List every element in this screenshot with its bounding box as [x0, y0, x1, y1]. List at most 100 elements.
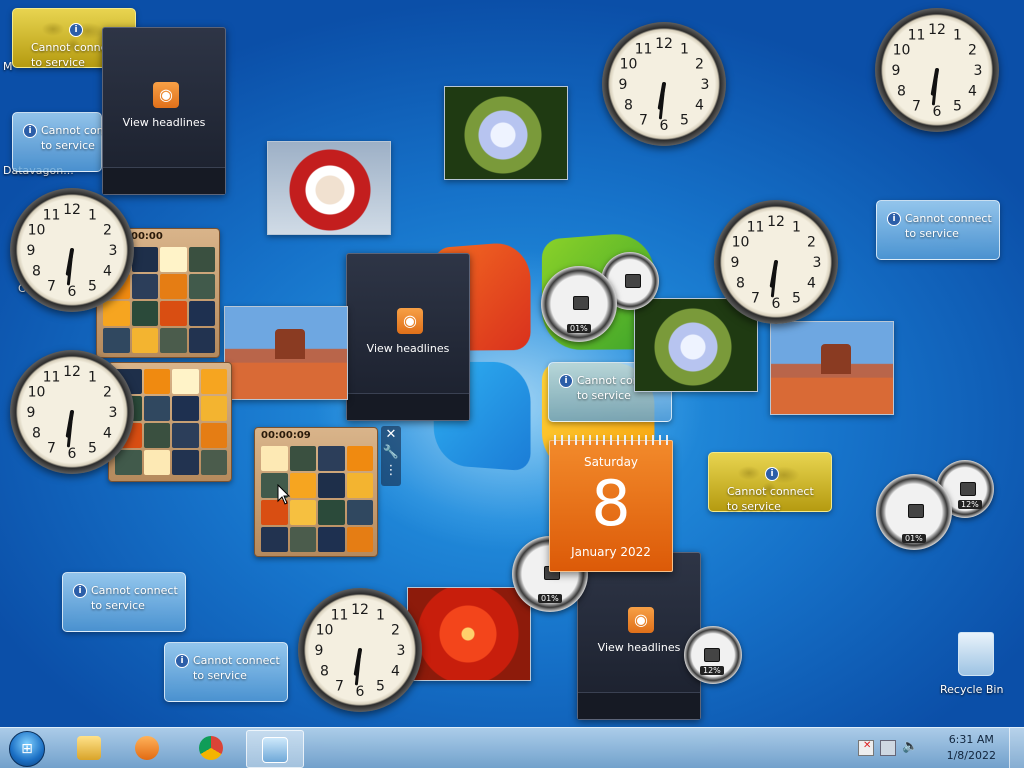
- view-headlines-link[interactable]: View headlines: [578, 641, 700, 654]
- gadget-toolbar: ✕ 🔧 ⋮: [381, 426, 401, 486]
- clock-gadget[interactable]: 1 2 3 4 5 6 7 8 9 10 11 12: [714, 200, 838, 324]
- clock-numeral: 7: [47, 441, 56, 457]
- clock-numeral: 12: [655, 36, 673, 52]
- clock-numeral: 8: [624, 98, 633, 114]
- clock-numeral: 2: [968, 43, 977, 59]
- weather-message: Cannot connect to service: [727, 485, 814, 513]
- rss-icon: ◉: [397, 308, 423, 334]
- cpu-percent: 01%: [538, 594, 562, 603]
- clock-numeral: 8: [320, 664, 329, 680]
- slideshow-gadget[interactable]: [770, 321, 894, 415]
- clock-numeral: 9: [315, 643, 324, 659]
- clock-gadget[interactable]: 1 2 3 4 5 6 7 8 9 10 11 12: [602, 22, 726, 146]
- volume-icon[interactable]: 🔈: [902, 740, 918, 754]
- clock-numeral: 8: [32, 426, 41, 442]
- clock-numeral: 6: [933, 104, 942, 120]
- cpu-meter-gadget[interactable]: 01%: [541, 252, 661, 342]
- clock-numeral: 4: [807, 276, 816, 292]
- action-center-flag-icon[interactable]: ✕: [858, 740, 874, 756]
- taskbar-clock[interactable]: 6:31 AM 1/8/2022: [947, 732, 996, 764]
- taskbar-chrome-button[interactable]: [186, 730, 236, 766]
- close-icon[interactable]: ✕: [381, 426, 401, 444]
- clock-numeral: 2: [103, 223, 112, 239]
- feed-headlines-gadget[interactable]: ◉ View headlines: [577, 552, 701, 720]
- clock-numeral: 1: [88, 207, 97, 223]
- calendar-gadget[interactable]: Saturday 8 January 2022: [549, 435, 673, 572]
- rss-icon: ◉: [153, 82, 179, 108]
- chrome-icon: [199, 736, 223, 760]
- clock-numeral: 6: [772, 296, 781, 312]
- clock-gadget[interactable]: 1 2 3 4 5 6 7 8 9 10 11 12: [875, 8, 999, 132]
- feed-headlines-gadget[interactable]: ◉ View headlines: [346, 253, 470, 421]
- cpu-icon: [908, 504, 924, 518]
- slideshow-gadget[interactable]: [224, 306, 348, 400]
- weather-gadget[interactable]: i Cannot connect to service: [708, 452, 832, 513]
- feed-headlines-gadget[interactable]: ◉ View headlines: [102, 27, 226, 195]
- taskbar-explorer-button[interactable]: [64, 730, 114, 766]
- clock-numeral: 5: [88, 441, 97, 457]
- clock-gadget[interactable]: 1 2 3 4 5 6 7 8 9 10 11 12: [10, 188, 134, 312]
- view-headlines-link[interactable]: View headlines: [103, 116, 225, 129]
- show-desktop-button[interactable]: [1009, 728, 1024, 768]
- clock-gadget[interactable]: 1 2 3 4 5 6 7 8 9 10 11 12: [298, 588, 422, 712]
- clock-numeral: 12: [351, 602, 369, 618]
- info-icon: i: [23, 124, 37, 138]
- info-icon: i: [175, 654, 189, 668]
- cpu-percent: 01%: [567, 324, 591, 333]
- clock-numeral: 10: [893, 43, 911, 59]
- clock-numeral: 9: [892, 63, 901, 79]
- clock-numeral: 3: [701, 77, 710, 93]
- clock-numeral: 9: [619, 77, 628, 93]
- memory-icon: [625, 274, 641, 288]
- view-headlines-link[interactable]: View headlines: [347, 342, 469, 355]
- recycle-bin-label[interactable]: Recycle Bin: [940, 683, 1003, 696]
- system-tray: ✕ 🔈 6:31 AM 1/8/2022: [854, 728, 1024, 768]
- puzzle-timer: 00:00: [131, 231, 163, 242]
- weather-gadget[interactable]: i Cannot connect to service: [876, 200, 1000, 260]
- explorer-icon: [77, 736, 101, 760]
- slideshow-gadget[interactable]: [444, 86, 568, 180]
- clock-numeral: 3: [813, 255, 822, 271]
- info-icon: i: [559, 374, 573, 388]
- clock-numeral: 10: [316, 623, 334, 639]
- puzzle-timer: 00:00:09: [261, 430, 311, 441]
- cpu-meter-gadget[interactable]: 01% 12%: [876, 460, 996, 550]
- slideshow-gadget[interactable]: [267, 141, 391, 235]
- clock-numeral: 7: [912, 99, 921, 115]
- drag-handle-icon[interactable]: ⋮: [381, 462, 401, 480]
- info-icon: i: [73, 584, 87, 598]
- options-icon[interactable]: 🔧: [381, 444, 401, 462]
- gadgets-icon: [262, 737, 288, 763]
- memory-percent: 12%: [958, 500, 982, 509]
- clock-minute-hand: [931, 68, 939, 106]
- clock-minute-hand: [66, 248, 74, 286]
- cpu-percent: 01%: [902, 534, 926, 543]
- taskbar-media-player-button[interactable]: [122, 730, 172, 766]
- clock-numeral: 4: [695, 98, 704, 114]
- clock-gadget[interactable]: 1 2 3 4 5 6 7 8 9 10 11 12: [10, 350, 134, 474]
- taskbar-time: 6:31 AM: [948, 733, 994, 746]
- clock-numeral: 8: [32, 264, 41, 280]
- clock-numeral: 10: [28, 385, 46, 401]
- picture-puzzle-gadget[interactable]: 00:00:09: [254, 427, 378, 557]
- clock-numeral: 3: [397, 643, 406, 659]
- network-icon[interactable]: [880, 740, 896, 756]
- clock-numeral: 1: [792, 219, 801, 235]
- cpu-meter-gadget[interactable]: 12%: [684, 626, 742, 686]
- start-button[interactable]: ⊞: [9, 731, 45, 767]
- weather-gadget[interactable]: i Cannot connect to service: [12, 112, 128, 172]
- weather-message: Cannot connect to service: [193, 654, 280, 682]
- weather-gadget[interactable]: i Cannot connect to service: [62, 572, 186, 632]
- media-player-icon: [135, 736, 159, 760]
- taskbar-gadgets-button[interactable]: [246, 730, 304, 768]
- taskbar-date: 1/8/2022: [946, 749, 996, 762]
- clock-numeral: 8: [736, 276, 745, 292]
- weather-gadget[interactable]: i Cannot connect to service: [164, 642, 288, 702]
- clock-numeral: 11: [635, 41, 653, 57]
- clock-numeral: 2: [807, 235, 816, 251]
- clock-numeral: 11: [747, 219, 765, 235]
- clock-numeral: 5: [376, 679, 385, 695]
- recycle-bin-icon[interactable]: [958, 632, 994, 676]
- clock-numeral: 2: [391, 623, 400, 639]
- clock-numeral: 9: [27, 405, 36, 421]
